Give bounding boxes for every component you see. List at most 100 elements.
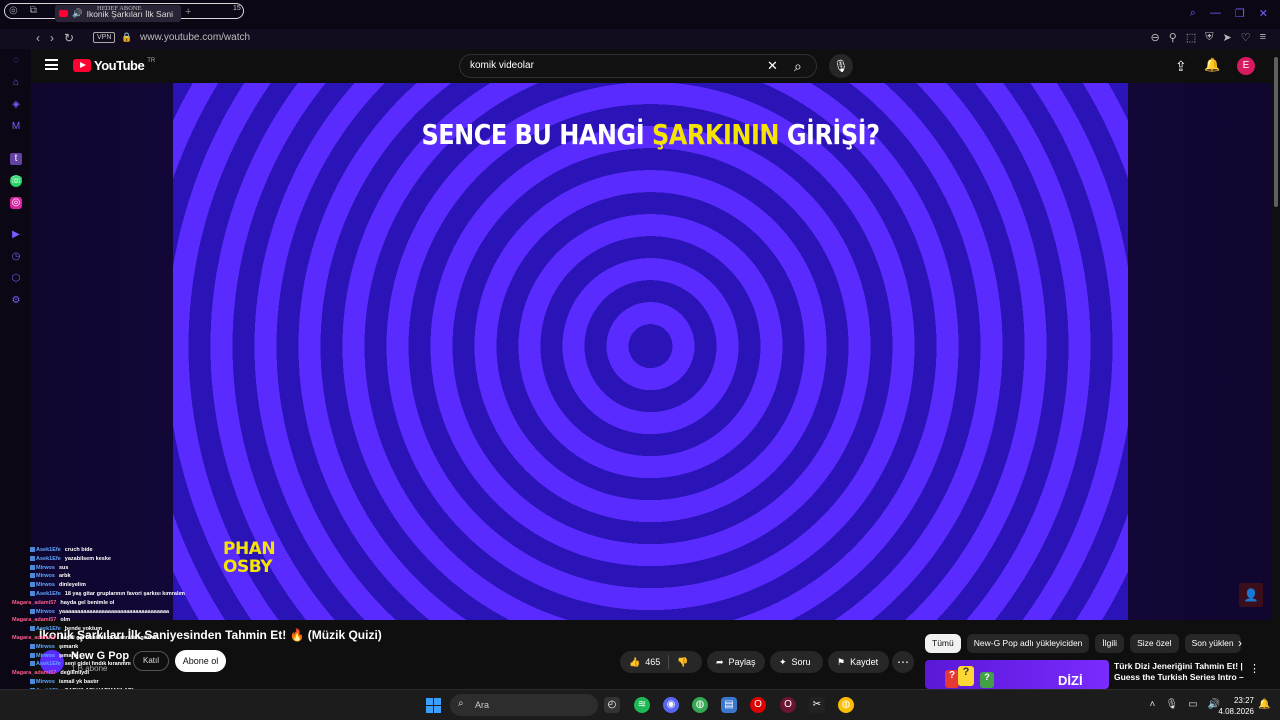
- extensions-icon[interactable]: ⬡: [10, 273, 22, 285]
- youtube-logo[interactable]: YouTube TR: [73, 58, 155, 73]
- taskbar-search[interactable]: ⌕ Ara: [450, 694, 598, 716]
- chat-badge-icon: [30, 591, 35, 597]
- clock-date: 4.08.2026: [1218, 707, 1254, 716]
- send-icon[interactable]: ➤: [1222, 31, 1231, 44]
- chat-message: Mirwos şımarık: [30, 644, 78, 651]
- tab-search-icon[interactable]: ⧉: [30, 5, 37, 16]
- search-box[interactable]: komik videolar ✕ ⌕: [459, 54, 817, 78]
- search-icon: ⌕: [458, 698, 464, 709]
- lock-icon[interactable]: 🔒: [121, 32, 132, 43]
- file-explorer-icon[interactable]: ▤: [721, 697, 737, 713]
- chevron-right-icon[interactable]: ›: [1238, 636, 1242, 650]
- chat-text: ismail yk bastır: [58, 679, 99, 685]
- instagram-icon[interactable]: ◎: [10, 197, 22, 209]
- messenger-icon[interactable]: M: [10, 121, 22, 133]
- page-scrollbar-thumb[interactable]: [1274, 57, 1278, 207]
- chat-text: bende yoktum: [64, 626, 103, 633]
- windows-start-icon[interactable]: [426, 698, 441, 713]
- maximize-icon[interactable]: ❐: [1235, 7, 1245, 20]
- divider: [668, 655, 670, 669]
- notification-icon[interactable]: 🔔: [1258, 699, 1270, 710]
- url-field[interactable]: www.youtube.com/watch: [140, 32, 250, 43]
- chat-badge-icon: [30, 626, 35, 632]
- close-icon[interactable]: ✕: [1259, 7, 1268, 20]
- chrome-icon[interactable]: ◍: [692, 697, 708, 713]
- task-view-icon[interactable]: ◴: [604, 697, 620, 713]
- chat-message: Asek1Efe yazabilsem keske: [30, 556, 111, 563]
- twitch-icon[interactable]: t: [10, 153, 22, 165]
- pin-icon[interactable]: ⚲: [1169, 31, 1177, 44]
- chat-text: haydi gel benimle ol kumralım gözleri: [60, 635, 159, 641]
- chat-text: seni gidei fındık kıranmm: [64, 661, 131, 668]
- ask-button[interactable]: ✦ Soru: [770, 651, 823, 673]
- taskbar-clock[interactable]: 23:27 4.08.2026: [1212, 695, 1254, 717]
- page-scrollbar[interactable]: [1272, 49, 1280, 689]
- microphone-icon[interactable]: 🎙: [1165, 699, 1178, 710]
- chip-recent[interactable]: Son yüklen: [1184, 634, 1241, 653]
- chrome-alt-icon[interactable]: ◍: [838, 697, 854, 713]
- vpn-badge[interactable]: VPN: [93, 32, 116, 43]
- new-tab-button[interactable]: +: [185, 7, 191, 18]
- whatsapp-icon[interactable]: ☏: [10, 175, 23, 187]
- search-icon[interactable]: ⌕: [794, 58, 802, 75]
- chat-badge-icon: [30, 573, 35, 579]
- question-mark-icon: ?: [980, 672, 994, 688]
- minimize-icon[interactable]: —: [1210, 7, 1221, 20]
- save-button[interactable]: ⚑ Kaydet: [828, 651, 889, 673]
- settings-icon[interactable]: ⚙: [10, 295, 22, 307]
- tab-count: 15: [233, 5, 241, 12]
- bag-icon[interactable]: ⌂: [10, 77, 22, 89]
- youtube-header: YouTube TR komik videolar ✕ ⌕ 🎙 ⇪ 🔔 E: [31, 49, 1272, 83]
- snapshot-icon[interactable]: ⬚: [1186, 31, 1196, 44]
- screen: ◎ ⧉ 🔊 Ikonik Şarkıları İlk Sani HEDEF AB…: [0, 0, 1280, 720]
- menu-icon[interactable]: ≡: [1260, 31, 1266, 44]
- dislike-icon[interactable]: 👎: [677, 657, 688, 668]
- more-actions-icon[interactable]: ⋯: [892, 651, 914, 673]
- spotify-icon[interactable]: ≋: [634, 697, 650, 713]
- chat-username: Mirwos: [36, 564, 55, 571]
- filter-chips: Tümü New-G Pop adlı yükleyiciden İlgili …: [925, 634, 1241, 653]
- chevron-up-icon[interactable]: ˄: [1150, 699, 1156, 710]
- region-code: TR: [147, 57, 156, 64]
- search-tabs-icon[interactable]: ⌕: [1190, 7, 1196, 20]
- account-avatar[interactable]: E: [1237, 57, 1255, 75]
- heart-icon[interactable]: ♡: [1241, 31, 1251, 44]
- zoom-icon[interactable]: ⊖: [1151, 31, 1160, 44]
- like-icon[interactable]: 👍: [629, 657, 640, 668]
- hamburger-menu-icon[interactable]: [45, 59, 58, 70]
- chip-from-uploader[interactable]: New-G Pop adlı yükleyiciden: [966, 634, 1090, 653]
- shield-icon[interactable]: ⛨: [1205, 31, 1213, 44]
- chat-text: dinleyelim: [58, 582, 86, 589]
- chip-related[interactable]: İlgili: [1095, 634, 1125, 653]
- capcut-icon[interactable]: ✂: [809, 697, 825, 713]
- chat-text: cruch bide: [64, 547, 93, 553]
- aria-icon[interactable]: ◌: [10, 55, 22, 67]
- opera-icon[interactable]: O: [750, 697, 766, 713]
- video-player[interactable]: SENCE BU HANGİ ŞARKININ GİRİŞİ? PHAN OSB…: [173, 83, 1128, 620]
- mic-icon[interactable]: 🎙: [829, 54, 853, 78]
- forward-icon[interactable]: ›: [50, 31, 54, 45]
- crypto-icon[interactable]: ◈: [10, 99, 22, 111]
- windows-taskbar: ⌕ Ara ◴ ≋ ◉ ◍ ▤ O O ✂ ◍ ˄ 🎙 ▭ 🔊 23:27 4.…: [0, 689, 1280, 720]
- history-icon[interactable]: ◷: [10, 251, 22, 263]
- chat-message: Mirwos şımarık: [30, 653, 78, 660]
- address-bar-actions: ⊖ ⚲ ⬚ ⛨ ➤ ♡ ≡: [1151, 31, 1266, 44]
- clear-search-icon[interactable]: ✕: [767, 58, 778, 74]
- workspace-icon[interactable]: ◎: [9, 5, 18, 16]
- kebab-menu-icon[interactable]: ⋮: [1249, 662, 1260, 675]
- chat-message: Mirwos yaaaaaaaaaaaaaaaaaaaaaaaaaaaaaaaaa…: [30, 609, 169, 616]
- share-button[interactable]: ➦ Paylaş: [707, 651, 765, 673]
- bell-icon[interactable]: 🔔: [1204, 57, 1220, 73]
- opera-gx-icon[interactable]: O: [780, 697, 796, 713]
- network-icon[interactable]: ▭: [1188, 699, 1197, 710]
- like-count[interactable]: 465: [645, 657, 660, 667]
- chip-for-you[interactable]: Size özel: [1130, 634, 1179, 653]
- upload-icon[interactable]: ⇪: [1175, 58, 1187, 75]
- search-input[interactable]: komik videolar: [470, 60, 534, 71]
- back-icon[interactable]: ‹: [36, 31, 40, 45]
- discord-icon[interactable]: ◉: [663, 697, 679, 713]
- player-icon[interactable]: ▶: [10, 229, 22, 241]
- recommended-thumbnail[interactable]: ? ? ? DİZİ: [925, 660, 1109, 689]
- chip-all[interactable]: Tümü: [925, 634, 961, 653]
- reload-icon[interactable]: ↻: [64, 31, 74, 45]
